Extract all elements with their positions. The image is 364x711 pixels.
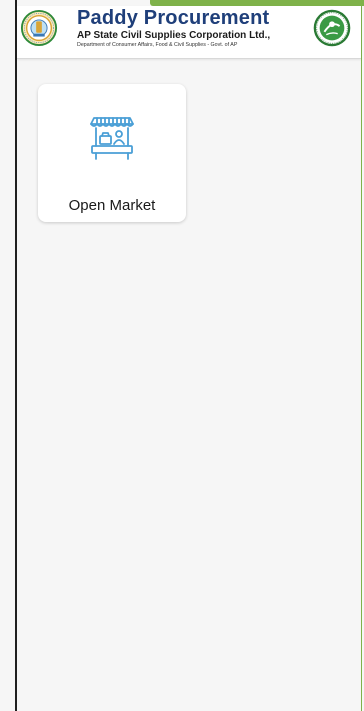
left-edge-rule xyxy=(15,0,17,711)
app-title: Paddy Procurement xyxy=(77,7,270,29)
department-name: Department of Consumer Affairs, Food & C… xyxy=(77,42,238,48)
open-market-label: Open Market xyxy=(68,197,156,214)
right-edge-rule xyxy=(361,0,362,711)
app-header: Paddy Procurement AP State Civil Supplie… xyxy=(17,6,361,59)
ap-govt-emblem-icon xyxy=(20,9,58,47)
corporation-name: AP State Civil Supplies Corporation Ltd.… xyxy=(77,30,271,41)
market-stall-icon xyxy=(90,117,134,160)
title-block: Paddy Procurement AP State Civil Supplie… xyxy=(77,7,307,49)
open-market-tile[interactable]: Open Market xyxy=(38,84,186,222)
civil-supplies-logo-icon xyxy=(313,9,351,47)
